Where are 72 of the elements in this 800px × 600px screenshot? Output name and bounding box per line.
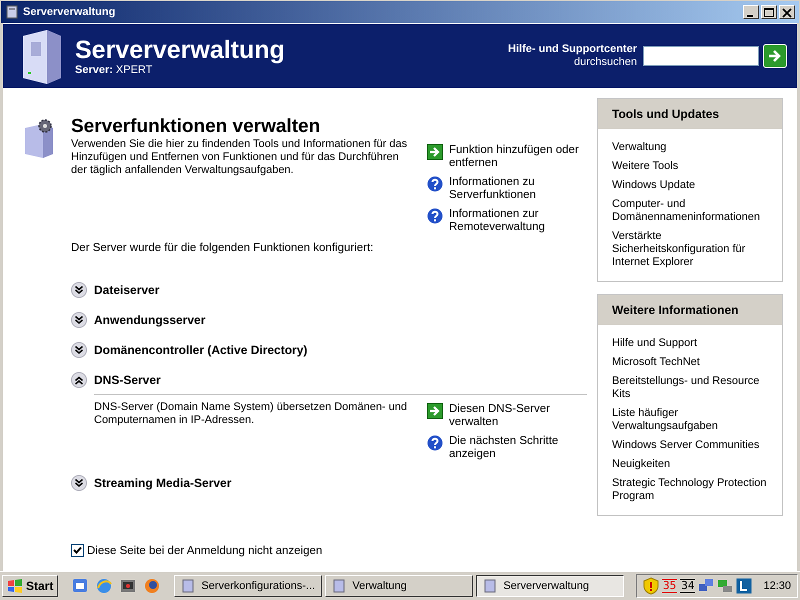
maximize-button[interactable]	[761, 5, 777, 19]
help-icon	[427, 208, 443, 224]
help-icon	[427, 176, 443, 192]
sidebar-link[interactable]: Bereitstellungs- und Resource Kits	[612, 375, 772, 401]
arrow-icon	[427, 144, 443, 160]
window-icon	[482, 578, 498, 594]
app-icon	[736, 578, 752, 594]
start-button[interactable]: Start	[2, 575, 58, 597]
minimize-button[interactable]	[743, 5, 759, 19]
configured-text: Der Server wurde für die folgenden Funktionen konfiguriert:	[71, 242, 374, 254]
sidebar-link[interactable]: Windows Server Communities	[612, 439, 772, 452]
search-sublabel: durchsuchen	[574, 56, 637, 69]
search-field[interactable]	[643, 46, 759, 66]
sidebar-link[interactable]: Verstärkte Sicherheitskonfiguration für Internet Explorer	[612, 230, 772, 269]
sidebar-link[interactable]: Computer- und Domänennameninformationen	[612, 198, 772, 224]
network-icon	[698, 578, 714, 594]
taskbar-button[interactable]: Verwaltung	[325, 575, 474, 597]
windows-flag-icon	[7, 579, 23, 593]
collapse-icon[interactable]	[71, 372, 87, 388]
go-button[interactable]	[763, 44, 787, 68]
close-icon	[780, 6, 794, 18]
sidebar-link[interactable]: Hilfe und Support	[612, 337, 772, 350]
role-title[interactable]: Streaming Media-Server	[94, 476, 232, 490]
window-icon	[180, 578, 196, 594]
sidebar-link[interactable]: Windows Update	[612, 179, 772, 192]
taskbar-button[interactable]: Serververwaltung	[476, 575, 624, 597]
help-icon	[427, 435, 443, 451]
panel-title: Tools und Updates	[598, 99, 782, 129]
role-title[interactable]: Domänencontroller (Active Directory)	[94, 343, 308, 357]
server-label: Server:	[75, 64, 113, 76]
minimize-icon	[746, 14, 752, 16]
sidebar-link[interactable]: Weitere Tools	[612, 160, 772, 173]
globe-icon	[143, 577, 162, 595]
sidebar-link[interactable]: Neuigkeiten	[612, 458, 772, 471]
role-title[interactable]: Anwendungsserver	[94, 313, 206, 327]
tray-number[interactable]: 34	[680, 579, 696, 593]
task-link[interactable]: Funktion hinzufügen oder entfernen	[449, 144, 587, 170]
panel-title: Weitere Informationen	[598, 295, 782, 325]
console-icon	[119, 577, 138, 595]
task-link[interactable]: Informationen zur Remoteverwaltung	[449, 208, 587, 234]
role-title[interactable]: Dateiserver	[94, 283, 160, 297]
sidebar-link[interactable]: Liste häufiger Verwaltungsaufgaben	[612, 407, 772, 433]
sidebar-link[interactable]: Verwaltung	[612, 141, 772, 154]
task-link[interactable]: Informationen zu Serverfunktionen	[449, 176, 587, 202]
taskbar-button[interactable]: Serverkonfigurations-...	[174, 575, 322, 597]
expand-icon[interactable]	[71, 312, 87, 328]
clock: 12:30	[763, 580, 791, 592]
section-title: Serverfunktionen verwalten	[71, 116, 322, 138]
window-icon	[331, 578, 348, 594]
browser-icon	[95, 577, 114, 595]
server-icon	[5, 5, 19, 19]
shield-icon	[642, 577, 659, 595]
desktop-icon	[71, 577, 90, 595]
server-name: XPERT	[116, 64, 152, 76]
role-title[interactable]: DNS-Server	[94, 373, 161, 387]
connection-icon	[717, 578, 734, 594]
task-link[interactable]: Die nächsten Schritte anzeigen	[449, 435, 587, 461]
task-link[interactable]: Diesen DNS-Server verwalten	[449, 403, 587, 429]
expand-icon[interactable]	[71, 342, 87, 358]
sidebar-link[interactable]: Strategic Technology Protection Program	[612, 477, 772, 503]
page-title: Serververwaltung	[75, 36, 286, 64]
close-button[interactable]	[779, 5, 795, 19]
expand-icon[interactable]	[71, 282, 87, 298]
description-text: Verwenden Sie die hier zu findenden Tools und Informationen für das Hinzufügen und Entfernen von Funktionen und für das Durchführen der täglich anfallenden Verwaltungsaufgaben.	[71, 138, 408, 177]
checkbox[interactable]	[71, 544, 84, 557]
role-description: DNS-Server (Domain Name System) übersetzen Domänen- und Computernamen in IP-Adressen.	[94, 401, 408, 428]
expand-icon[interactable]	[71, 475, 87, 491]
arrow-icon	[427, 403, 443, 419]
sidebar-link[interactable]: Microsoft TechNet	[612, 356, 772, 369]
checkbox-label: Diese Seite bei der Anmeldung nicht anzeigen	[87, 544, 322, 556]
search-label: Hilfe- und Supportcenter	[508, 43, 637, 56]
window-title: Serververwaltung	[23, 6, 116, 18]
